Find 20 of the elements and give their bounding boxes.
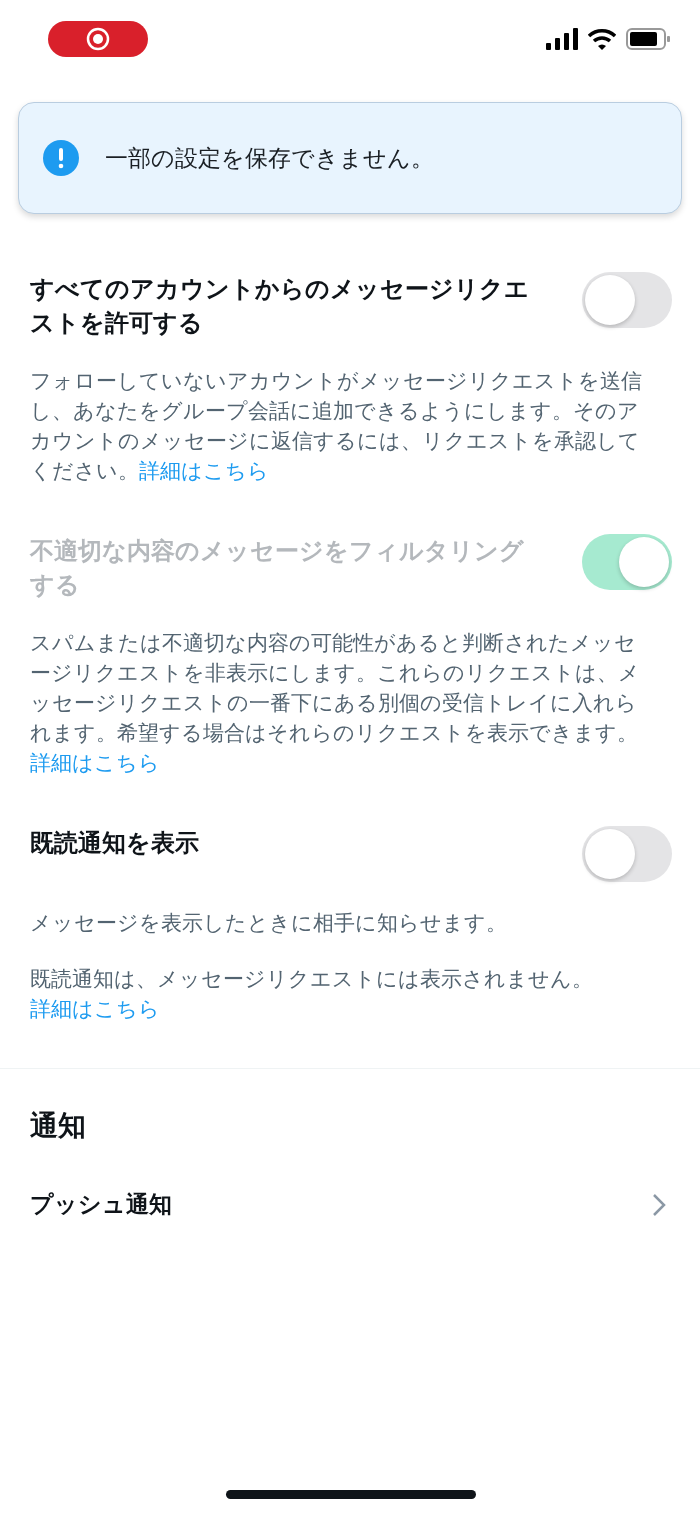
setting-description: スパムまたは不適切な内容の可能性があると判断されたメッセージリクエストを非表示にします。これらのリクエストは、メッセージリクエストの一番下にある別個の受信トレイに入れられます。希望する場合はそれらのリクエストを表示できます。 詳細はこちら [30, 630, 641, 777]
setting-title: 既読通知を表示 [30, 828, 200, 859]
setting-description: 既読通知は、メッセージリクエストには表示されません。 詳細はこちら [30, 966, 594, 1023]
wifi-icon [588, 28, 616, 50]
learn-more-link[interactable]: 詳細はこちら [30, 997, 160, 1021]
setting-title: 不適切な内容のメッセージをフィルタリングする [30, 536, 525, 601]
toggle-switch[interactable] [582, 272, 672, 328]
setting-description: メッセージを表示したときに相手に知らせます。 [30, 910, 508, 937]
signal-icon [546, 28, 578, 50]
toast-message: 一部の設定を保存できません。 [105, 143, 434, 173]
chevron-right-icon [652, 1192, 666, 1217]
toggle-switch[interactable] [582, 826, 672, 882]
setting-description: フォローしていないアカウントがメッセージリクエストを送信し、あなたをグループ会話に追加できるようにします。そのアカウントのメッセージに返信するには、リクエストを承認してください。詳細はこちら [30, 368, 643, 485]
settings-row-label[interactable]: プッシュ通知 [30, 1189, 172, 1220]
exclamation-icon [43, 140, 79, 176]
battery-icon [626, 28, 670, 50]
section-heading: 通知 [29, 1108, 87, 1144]
setting-title: すべてのアカウントからのメッセージリクエストを許可する [30, 274, 530, 339]
learn-more-link[interactable]: 詳細はこちら [139, 459, 269, 483]
record-icon [86, 27, 110, 51]
